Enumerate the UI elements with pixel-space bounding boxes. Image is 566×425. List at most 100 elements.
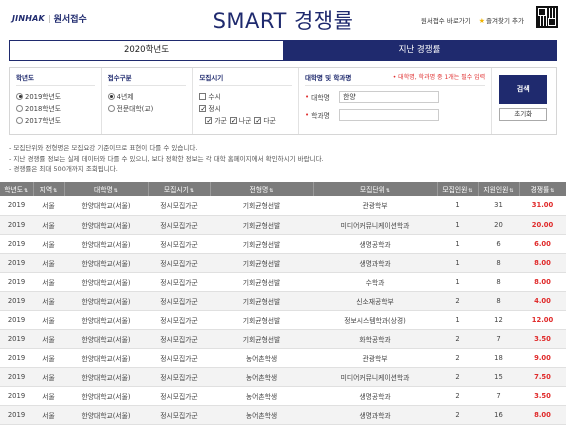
period-title: 모집시기 xyxy=(199,72,292,86)
sort-arrows-icon: ⇅ xyxy=(269,188,274,194)
table-row: 2019 서울 한양대학교(서울) 정시모집가군 농어촌학생 생명공학과 2 7 3.50 xyxy=(0,386,566,406)
sort-arrows-icon: ⇅ xyxy=(24,188,29,194)
school-type-filter: 접수구분 4년제 전문대학(교) xyxy=(102,68,194,134)
table-cell: 2 xyxy=(437,405,478,425)
table-cell: 2019 xyxy=(0,367,33,387)
period-susi[interactable]: 수시 xyxy=(199,90,292,102)
table-cell: 정시모집가군 xyxy=(148,253,210,273)
group-ga[interactable]: ✓ 가군 xyxy=(205,114,227,126)
table-cell: 서울 xyxy=(33,386,64,406)
tab-2020[interactable]: 2020학년도 xyxy=(10,41,283,60)
year-option-2017[interactable]: 2017학년도 xyxy=(16,114,95,126)
table-cell: 한양대학교(서울) xyxy=(64,272,148,292)
table-cell: 2019 xyxy=(0,234,33,254)
table-cell: 8 xyxy=(478,253,519,273)
table-cell: 한양대학교(서울) xyxy=(64,329,148,349)
table-cell: 농어촌학생 xyxy=(210,367,313,387)
radio-icon xyxy=(16,116,23,124)
required-bullet-icon: • xyxy=(304,93,310,101)
school-type-4year[interactable]: 4년제 xyxy=(107,90,187,102)
column-header[interactable]: 지역⇅ xyxy=(33,182,65,196)
site-header: JINHAK | 원서접수 SMART 경쟁률 원서접수 바로가기 ★즐겨찾기 … xyxy=(0,0,566,40)
table-cell: 7 xyxy=(478,386,519,406)
table-cell: 2019 xyxy=(0,253,33,273)
table-cell: 4.00 xyxy=(519,291,566,311)
table-cell: 관광학부 xyxy=(313,348,437,368)
note-line: - 모집단위와 전형명은 모집요강 기준이므로 표현이 다를 수 있습니다. xyxy=(9,144,198,152)
table-body: 2019 서울 한양대학교(서울) 정시모집가군 기회균형선발 관광학부 1 31 31.00 2… xyxy=(0,196,566,425)
required-note-text: 대학명, 학과명 중 1개는 필수 입력 xyxy=(398,74,486,81)
table-cell: 2019 xyxy=(0,272,33,292)
school-type-college[interactable]: 전문대학(교) xyxy=(107,102,187,114)
year-option-2019[interactable]: 2019학년도 xyxy=(16,90,95,102)
table-cell: 2019 xyxy=(0,386,33,406)
table-cell: 3.50 xyxy=(519,329,566,349)
table-cell: 31 xyxy=(478,196,519,216)
univ-name-input[interactable]: 한양 xyxy=(339,91,440,103)
period-jungsi[interactable]: ✓ 정시 xyxy=(199,102,292,114)
univ-filter-head: 대학명 및 학과명 • 대학명, 학과명 중 1개는 필수 입력 xyxy=(304,72,486,86)
table-cell: 미디어커뮤니케이션학과 xyxy=(313,367,437,387)
column-header[interactable]: 지원인원⇅ xyxy=(478,182,520,196)
table-cell: 정시모집가군 xyxy=(148,329,210,349)
table-cell: 1 xyxy=(437,196,478,216)
year-option-2018[interactable]: 2018학년도 xyxy=(16,102,95,114)
search-button[interactable]: 검색 xyxy=(499,75,548,104)
table-cell: 수학과 xyxy=(313,272,437,292)
year-filter-title: 학년도 xyxy=(16,72,95,86)
table-row: 2019 서울 한양대학교(서울) 정시모집가군 농어촌학생 미디어커뮤니케이션학과 2 15… xyxy=(0,367,566,387)
table-cell: 정시모집가군 xyxy=(148,234,210,254)
table-cell: 정시모집가군 xyxy=(148,291,210,311)
table-cell: 한양대학교(서울) xyxy=(64,348,148,368)
star-icon: ★ xyxy=(478,17,486,25)
table-cell: 생명과학과 xyxy=(313,405,437,425)
search-buttons: 검색 초기화 xyxy=(492,68,556,134)
sort-arrows-icon: ⇅ xyxy=(385,188,391,194)
period-filter: 모집시기 수시 ✓ 정시 ✓ 가군 ✓ 나군 ✓ 다군 xyxy=(193,68,299,134)
table-cell: 한양대학교(서울) xyxy=(64,310,148,330)
table-cell: 2019 xyxy=(0,310,33,330)
column-header[interactable]: 학년도⇅ xyxy=(0,182,34,196)
apply-link[interactable]: 원서접수 바로가기 xyxy=(421,15,471,25)
checkbox-icon xyxy=(199,92,207,100)
table-cell: 기회균형선발 xyxy=(210,272,313,292)
table-row: 2019 서울 한양대학교(서울) 정시모집가군 기회균형선발 관광학부 1 31 31.00 xyxy=(0,196,566,216)
table-cell: 20.00 xyxy=(519,215,566,235)
column-header[interactable]: 전형명⇅ xyxy=(210,182,314,196)
column-header-label: 경쟁률 xyxy=(530,186,550,194)
required-bullet-icon: • xyxy=(304,111,310,119)
column-header-label: 모집인원 xyxy=(442,186,468,194)
column-header[interactable]: 모집단위⇅ xyxy=(313,182,438,196)
group-na[interactable]: ✓ 나군 xyxy=(229,114,251,126)
checkbox-checked-icon: ✓ xyxy=(205,116,213,125)
checkbox-checked-icon: ✓ xyxy=(199,104,207,113)
column-header[interactable]: 모집인원⇅ xyxy=(437,182,479,196)
qr-code-icon xyxy=(536,6,558,28)
table-cell: 한양대학교(서울) xyxy=(64,215,148,235)
tab-past-competition[interactable]: 지난 경쟁률 xyxy=(283,41,556,60)
group-da[interactable]: ✓ 다군 xyxy=(254,114,276,126)
table-cell: 31.00 xyxy=(519,196,566,216)
option-label: 2017학년도 xyxy=(25,117,62,125)
column-header-label: 지원인원 xyxy=(483,186,509,194)
column-header-label: 전형명 xyxy=(249,186,269,194)
table-cell: 2 xyxy=(437,386,478,406)
table-cell: 정시모집가군 xyxy=(148,196,210,216)
table-cell: 관광학부 xyxy=(313,196,437,216)
table-cell: 1 xyxy=(437,234,478,254)
option-label: 가군 xyxy=(214,117,227,125)
column-header[interactable]: 모집시기⇅ xyxy=(148,182,211,196)
checkbox-checked-icon: ✓ xyxy=(229,116,237,125)
table-cell: 한양대학교(서울) xyxy=(64,253,148,273)
table-cell: 서울 xyxy=(33,196,64,216)
major-name-input[interactable] xyxy=(339,109,440,121)
major-name-row: • 학과명 xyxy=(305,108,485,122)
favorite-label: 즐겨찾기 추가 xyxy=(486,17,524,25)
table-cell: 2019 xyxy=(0,291,33,311)
column-header[interactable]: 경쟁률⇅ xyxy=(519,182,566,196)
table-cell: 서울 xyxy=(33,348,64,368)
reset-button[interactable]: 초기화 xyxy=(499,108,548,121)
favorite-link[interactable]: ★즐겨찾기 추가 xyxy=(479,15,524,25)
column-header[interactable]: 대학명⇅ xyxy=(64,182,149,196)
header-links: 원서접수 바로가기 ★즐겨찾기 추가 xyxy=(421,15,524,25)
